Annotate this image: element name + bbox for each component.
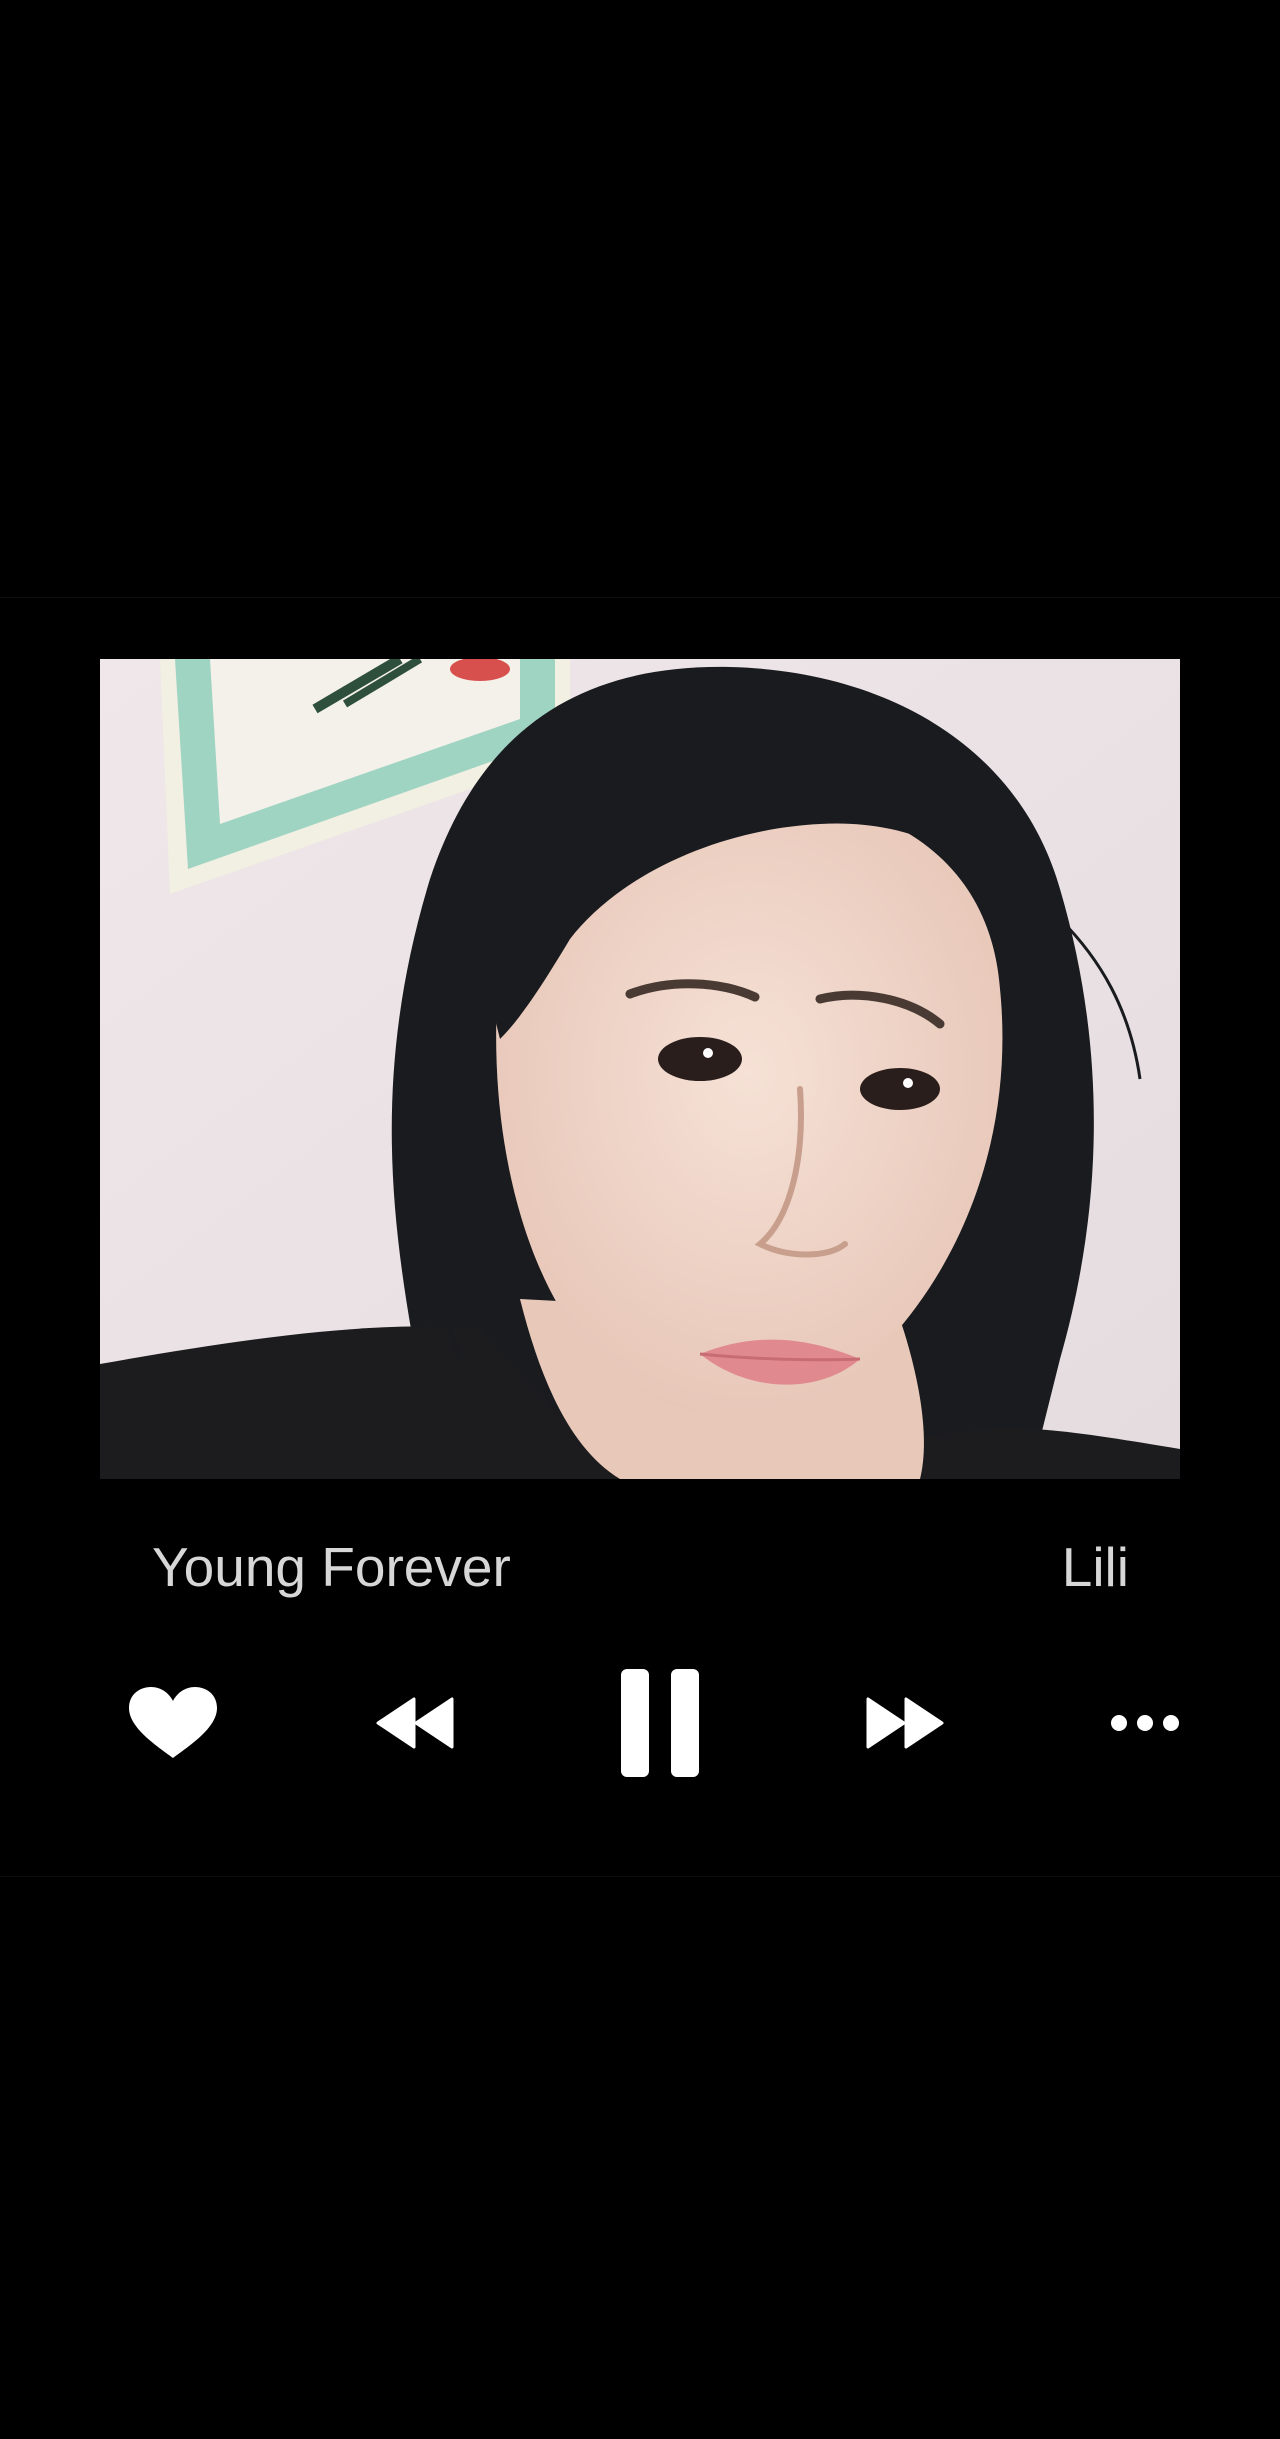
more-options-icon: [1110, 1713, 1180, 1733]
pause-button[interactable]: [600, 1658, 720, 1788]
previous-track-button[interactable]: [365, 1658, 465, 1788]
rewind-icon: [374, 1697, 456, 1749]
track-artist: Lili: [1061, 1536, 1129, 1598]
more-options-button[interactable]: [1100, 1658, 1190, 1788]
playback-controls: [0, 1658, 1280, 1788]
like-button[interactable]: [118, 1658, 228, 1788]
fast-forward-icon: [864, 1697, 946, 1749]
heart-icon: [127, 1686, 219, 1760]
next-track-button[interactable]: [855, 1658, 955, 1788]
music-player-card: Young Forever Lili: [0, 597, 1280, 1877]
pause-icon: [619, 1667, 701, 1779]
album-cover-image: [100, 659, 1180, 1479]
track-title: Young Forever: [152, 1536, 511, 1598]
